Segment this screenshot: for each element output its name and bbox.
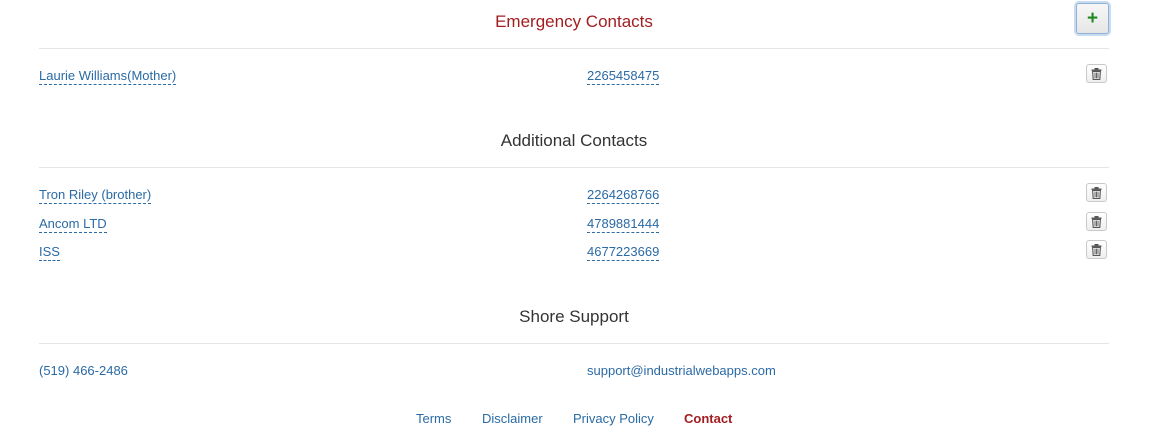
delete-contact-button[interactable] (1086, 64, 1107, 83)
shore-support-header: Shore Support (39, 295, 1109, 344)
trash-icon (1091, 186, 1102, 199)
trash-icon (1091, 67, 1102, 80)
footer-link-terms[interactable]: Terms (416, 411, 451, 427)
footer-link-disclaimer[interactable]: Disclaimer (482, 411, 543, 427)
emergency-contacts-header: Emergency Contacts + (39, 0, 1109, 49)
additional-contacts-header: Additional Contacts (39, 119, 1109, 168)
shore-phone-link[interactable]: (519) 466-2486 (39, 363, 128, 379)
add-contact-button[interactable]: + (1076, 3, 1109, 34)
contact-phone-link[interactable]: 2264268766 (587, 187, 660, 204)
contact-name-link[interactable]: Laurie Williams(Mother) (39, 68, 177, 85)
emergency-contacts-title: Emergency Contacts (495, 12, 653, 31)
additional-contact-row: Tron Riley (brother) 2264268766 (39, 183, 1109, 209)
shore-email-link[interactable]: support@industrialwebapps.com (587, 363, 776, 379)
shore-support-row: (519) 466-2486 support@industrialwebapps… (39, 363, 1109, 385)
trash-icon (1091, 243, 1102, 256)
delete-contact-button[interactable] (1086, 183, 1107, 202)
contact-name-link[interactable]: ISS (39, 244, 60, 261)
trash-icon (1091, 215, 1102, 228)
shore-support-title: Shore Support (519, 307, 629, 326)
contact-name-link[interactable]: Ancom LTD (39, 216, 107, 233)
plus-icon: + (1086, 8, 1099, 29)
contact-name-link[interactable]: Tron Riley (brother) (39, 187, 152, 204)
delete-contact-button[interactable] (1086, 212, 1107, 231)
contact-phone-link[interactable]: 4789881444 (587, 216, 660, 233)
delete-contact-button[interactable] (1086, 240, 1107, 259)
additional-contact-row: Ancom LTD 4789881444 (39, 212, 1109, 238)
contact-phone-link[interactable]: 2265458475 (587, 68, 660, 85)
additional-contact-row: ISS 4677223669 (39, 240, 1109, 266)
footer-link-privacy-policy[interactable]: Privacy Policy (573, 411, 654, 427)
additional-contacts-title: Additional Contacts (500, 131, 648, 150)
footer-link-contact[interactable]: Contact (684, 411, 732, 427)
emergency-contact-row: Laurie Williams(Mother) 2265458475 (39, 64, 1109, 90)
contact-phone-link[interactable]: 4677223669 (587, 244, 660, 261)
